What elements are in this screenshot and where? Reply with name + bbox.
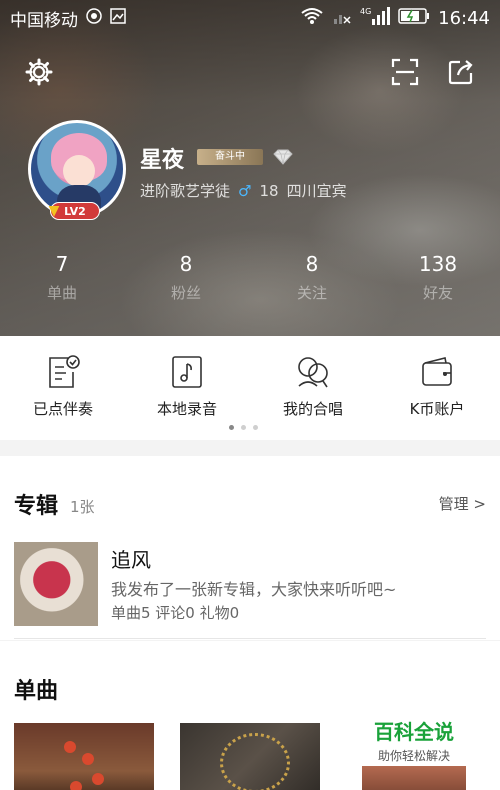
carrier-label: 中国移动 bbox=[10, 10, 78, 31]
stat-following[interactable]: 8 关注 bbox=[272, 252, 352, 303]
music-note-icon bbox=[132, 354, 242, 390]
signal-off-icon bbox=[332, 7, 352, 30]
album-item[interactable]: 追风 我发布了一张新专辑，大家快来听听吧~ 单曲5 评论0 礼物0 bbox=[14, 542, 486, 626]
stat-singles[interactable]: 7 单曲 bbox=[22, 252, 102, 303]
stat-value: 138 bbox=[418, 252, 458, 276]
svg-text:4G: 4G bbox=[360, 7, 371, 16]
menu-item-ordered-accompaniment[interactable]: 已点伴奏 bbox=[8, 354, 118, 419]
singles-section-title: 单曲 bbox=[14, 679, 59, 704]
share-icon[interactable] bbox=[446, 57, 476, 87]
profile-subline: 进阶歌艺学徒 ♂ 18 四川宜宾 bbox=[140, 180, 347, 201]
rank-tag[interactable]: 奋斗中 bbox=[197, 149, 263, 165]
stat-label: 粉丝 bbox=[170, 284, 201, 302]
checklist-icon bbox=[8, 354, 118, 390]
menu-item-my-duets[interactable]: 我的合唱 bbox=[258, 354, 368, 419]
gallery-icon bbox=[110, 7, 126, 29]
menu-label: 我的合唱 bbox=[282, 400, 343, 418]
menu-pager bbox=[229, 425, 258, 430]
watermark-subtitle: 助你轻松解决 bbox=[377, 749, 450, 763]
clock-label: 16:44 bbox=[438, 7, 490, 29]
single-cover[interactable] bbox=[180, 723, 320, 790]
gear-icon[interactable] bbox=[24, 57, 54, 87]
male-icon: ♂ bbox=[238, 181, 252, 200]
menu-item-kcoin-account[interactable]: K币账户 bbox=[382, 354, 492, 419]
menu-label: K币账户 bbox=[409, 400, 465, 418]
album-description: 我发布了一张新专辑，大家快来听听吧~ bbox=[111, 580, 397, 599]
album-section-title: 专辑 bbox=[14, 494, 59, 519]
level-label: LV2 bbox=[64, 205, 86, 218]
watermark-logo: 百科全说 助你轻松解决 bbox=[366, 716, 462, 764]
divider bbox=[14, 638, 486, 639]
menu-label: 本地录音 bbox=[156, 400, 217, 418]
duet-icon bbox=[258, 354, 368, 390]
pager-dot-active bbox=[229, 425, 234, 430]
stat-value: 8 bbox=[179, 252, 193, 276]
pager-dot bbox=[253, 425, 258, 430]
stat-label: 关注 bbox=[296, 284, 327, 302]
battery-icon bbox=[398, 7, 430, 29]
profile-age: 18 bbox=[259, 181, 279, 200]
menu-item-local-recording[interactable]: 本地录音 bbox=[132, 354, 242, 419]
stat-label: 好友 bbox=[422, 284, 453, 302]
stat-value: 7 bbox=[55, 252, 69, 276]
manage-button[interactable]: 管理 > bbox=[439, 493, 486, 514]
nickname: 星夜 bbox=[140, 148, 185, 173]
profile-title: 进阶歌艺学徒 bbox=[140, 182, 231, 200]
album-section: 专辑 1张 管理 > 追风 我发布了一张新专辑，大家快来听听吧~ 单曲5 评论0… bbox=[0, 456, 500, 640]
wallet-icon bbox=[382, 354, 492, 390]
status-bar: 中国移动 4G 16:44 bbox=[0, 0, 500, 36]
stat-label: 单曲 bbox=[46, 284, 77, 302]
level-badge: ▼ LV2 bbox=[49, 202, 100, 220]
stat-fans[interactable]: 8 粉丝 bbox=[146, 252, 226, 303]
watermark-title: 百科全说 bbox=[374, 720, 454, 744]
notification-icon bbox=[86, 7, 102, 29]
top-actions bbox=[0, 55, 500, 89]
scan-icon[interactable] bbox=[390, 57, 420, 87]
single-cover[interactable] bbox=[14, 723, 154, 790]
album-cover bbox=[14, 542, 98, 626]
avatar[interactable]: ▼ LV2 bbox=[28, 120, 126, 220]
stat-value: 8 bbox=[305, 252, 319, 276]
profile-location: 四川宜宾 bbox=[286, 182, 347, 200]
album-count: 1张 bbox=[70, 498, 95, 516]
signal-4g-icon: 4G bbox=[360, 6, 391, 31]
album-title: 追风 bbox=[111, 548, 151, 572]
stats-row: 7 单曲 8 粉丝 8 关注 138 好友 bbox=[0, 252, 500, 312]
diamond-icon[interactable] bbox=[272, 149, 294, 165]
single-cover[interactable] bbox=[362, 766, 466, 790]
menu-label: 已点伴奏 bbox=[32, 400, 93, 418]
pager-dot bbox=[241, 425, 246, 430]
wifi-icon bbox=[300, 7, 324, 30]
stat-friends[interactable]: 138 好友 bbox=[398, 252, 478, 303]
album-meta: 单曲5 评论0 礼物0 bbox=[111, 604, 240, 622]
